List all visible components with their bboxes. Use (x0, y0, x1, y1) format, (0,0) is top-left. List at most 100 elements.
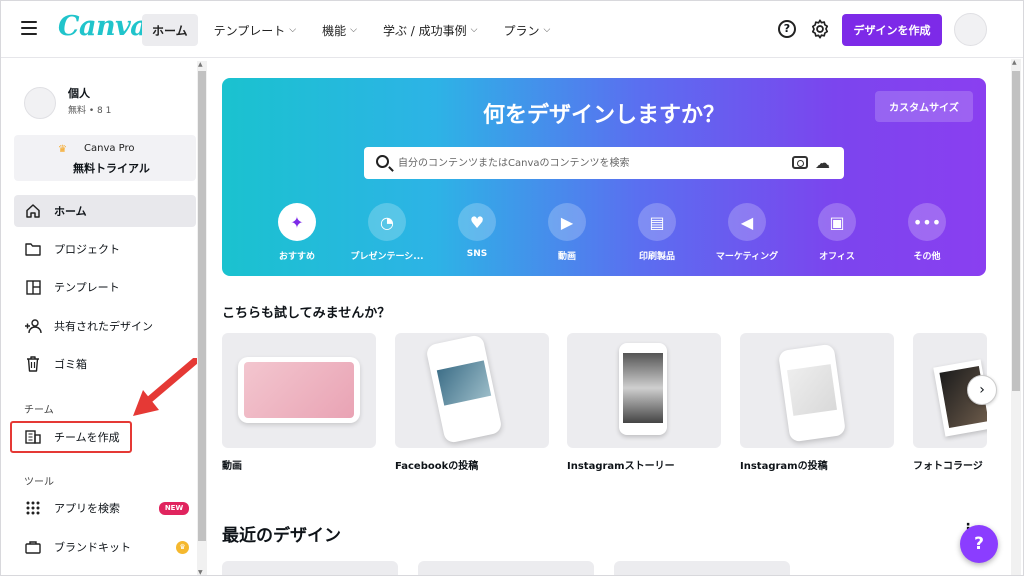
nav-home[interactable]: ホーム (142, 14, 198, 46)
canva-logo[interactable]: Canva (58, 11, 148, 42)
home-icon (24, 202, 42, 220)
card-label[interactable]: Instagramの投稿 (740, 457, 828, 472)
design-hero-banner: 何をデザインしますか？ カスタムサイズ ☁ ✦ おすすめ ◔ プレゼンテーシ... … (222, 78, 986, 276)
chevron-down-icon: ⌵ (350, 25, 357, 35)
nav-label: プラン (503, 23, 540, 38)
sidebar-item-label: 共有されたデザイン (54, 320, 153, 333)
gear-icon[interactable] (809, 18, 831, 40)
help-button[interactable]: ? (960, 525, 998, 563)
card-label[interactable]: 動画 (222, 457, 242, 472)
category-marketing[interactable]: ◀ マーケティング (702, 203, 792, 262)
sidebar-item-label: テンプレート (54, 281, 120, 294)
sidebar-scrollbar[interactable]: ▲ ▼ (197, 61, 207, 575)
printer-icon: ▤ (638, 203, 676, 241)
nav-features[interactable]: 機能 ⌵ (312, 14, 367, 46)
card-instagram-story[interactable] (567, 333, 721, 448)
category-video[interactable]: ▶ 動画 (522, 203, 612, 262)
card-instagram-post[interactable] (740, 333, 894, 448)
category-print[interactable]: ▤ 印刷製品 (612, 203, 702, 262)
recent-design-card[interactable] (614, 561, 790, 575)
sidebar-item-projects[interactable]: プロジェクト (14, 233, 196, 265)
category-recommended[interactable]: ✦ おすすめ (252, 203, 342, 262)
sidebar-item-label: ゴミ箱 (54, 358, 87, 371)
search-bar[interactable]: ☁ (364, 147, 844, 179)
nav-label: 学ぶ / 成功事例 (382, 23, 467, 38)
category-label: オフィス (819, 252, 855, 262)
tools-section-heading: ツール (24, 477, 54, 488)
try-section-title: こちらも試してみませんか？ (222, 306, 391, 321)
user-meta: 無料 • 8 1 (68, 106, 112, 116)
category-label: マーケティング (715, 252, 779, 262)
card-label[interactable]: Instagramストーリー (567, 457, 675, 472)
top-header: Canva ホーム テンプレート ⌵ 機能 ⌵ 学ぶ / 成功事例 ⌵ プラン ⌵ ? … (1, 1, 1023, 58)
annotation-highlight-box (10, 421, 132, 453)
category-presentation[interactable]: ◔ プレゼンテーシ... (342, 203, 432, 262)
sidebar-item-brand-kit[interactable]: ブランドキット (14, 531, 196, 563)
card-label[interactable]: フォトコラージ (913, 457, 993, 472)
chevron-down-icon: ⌵ (470, 25, 478, 35)
category-more[interactable]: ••• その他 (882, 203, 972, 262)
carousel-next-button[interactable]: › (967, 375, 997, 405)
pro-trial-label: 無料トライアル (73, 162, 150, 175)
sidebar-item-home[interactable]: ホーム (14, 195, 196, 227)
search-icon (376, 155, 389, 168)
sidebar-item-label: プロジェクト (54, 243, 120, 256)
sidebar-item-shared[interactable]: 共有されたデザイン (14, 310, 196, 342)
help-icon[interactable]: ? (778, 20, 796, 38)
recent-design-card[interactable] (418, 561, 594, 575)
sparkle-icon: ✦ (278, 203, 316, 241)
nav-label: テンプレート (213, 23, 286, 38)
nav-learn[interactable]: 学ぶ / 成功事例 ⌵ (373, 14, 488, 46)
sidebar-item-label: アプリを検索 (54, 502, 120, 515)
category-label: おすすめ (278, 252, 315, 262)
menu-icon[interactable] (21, 21, 37, 35)
trash-icon (24, 355, 42, 373)
template-icon (24, 278, 42, 296)
search-input[interactable] (398, 147, 778, 179)
camera-icon[interactable] (792, 156, 808, 169)
more-icon: ••• (908, 203, 946, 241)
card-facebook-post[interactable] (395, 333, 549, 448)
crown-icon: ♛ (58, 144, 67, 155)
chevron-down-icon: ⌵ (543, 25, 551, 35)
nav-templates[interactable]: テンプレート ⌵ (204, 14, 306, 46)
team-section-heading: チーム (24, 405, 54, 416)
hero-title: 何をデザインしますか？ (482, 103, 725, 128)
category-label: SNS (466, 249, 488, 259)
user-avatar[interactable] (24, 87, 56, 119)
shared-icon (24, 317, 42, 335)
nav-label: 機能 (322, 23, 347, 38)
create-design-button[interactable]: デザインを作成 (842, 14, 942, 46)
canva-pro-trial[interactable]: ♛ Canva Pro 無料トライアル (14, 135, 196, 181)
apps-icon (24, 499, 42, 517)
canva-window: Canva ホーム テンプレート ⌵ 機能 ⌵ 学ぶ / 成功事例 ⌵ プラン ⌵ ? … (0, 0, 1024, 576)
presentation-icon: ◔ (368, 203, 406, 241)
category-label: その他 (913, 252, 941, 262)
card-label[interactable]: Facebookの投稿 (395, 457, 478, 472)
recent-designs-title: 最近のデザイン (222, 526, 341, 546)
video-icon: ▶ (548, 203, 586, 241)
card-video[interactable] (222, 333, 376, 448)
recent-design-card[interactable] (222, 561, 398, 575)
megaphone-icon: ◀ (728, 203, 766, 241)
pro-title: Canva Pro (84, 143, 135, 154)
category-sns[interactable]: ♥ SNS (432, 203, 522, 262)
category-office[interactable]: ▣ オフィス (792, 203, 882, 262)
sidebar-item-label: ブランドキット (54, 541, 131, 554)
chevron-down-icon: ⌵ (289, 25, 297, 35)
heart-icon: ♥ (458, 203, 496, 241)
main-scrollbar[interactable]: ▲ (1011, 59, 1021, 575)
category-label: 動画 (557, 252, 576, 262)
briefcase-icon: ▣ (818, 203, 856, 241)
nav-plans[interactable]: プラン ⌵ (493, 14, 560, 46)
sidebar-item-label: ホーム (54, 205, 87, 218)
design-categories: ✦ おすすめ ◔ プレゼンテーシ... ♥ SNS ▶ 動画 ▤ 印刷製品 ◀ マーケティン… (252, 203, 972, 262)
custom-size-button[interactable]: カスタムサイズ (875, 91, 973, 122)
category-label: 印刷製品 (638, 252, 675, 262)
upload-cloud-icon[interactable]: ☁ (815, 154, 830, 172)
user-name[interactable]: 個人 (68, 85, 90, 101)
account-avatar[interactable] (954, 13, 987, 46)
annotation-arrow-icon (133, 358, 199, 416)
new-badge: NEW (159, 502, 189, 515)
sidebar-item-templates[interactable]: テンプレート (14, 271, 196, 303)
